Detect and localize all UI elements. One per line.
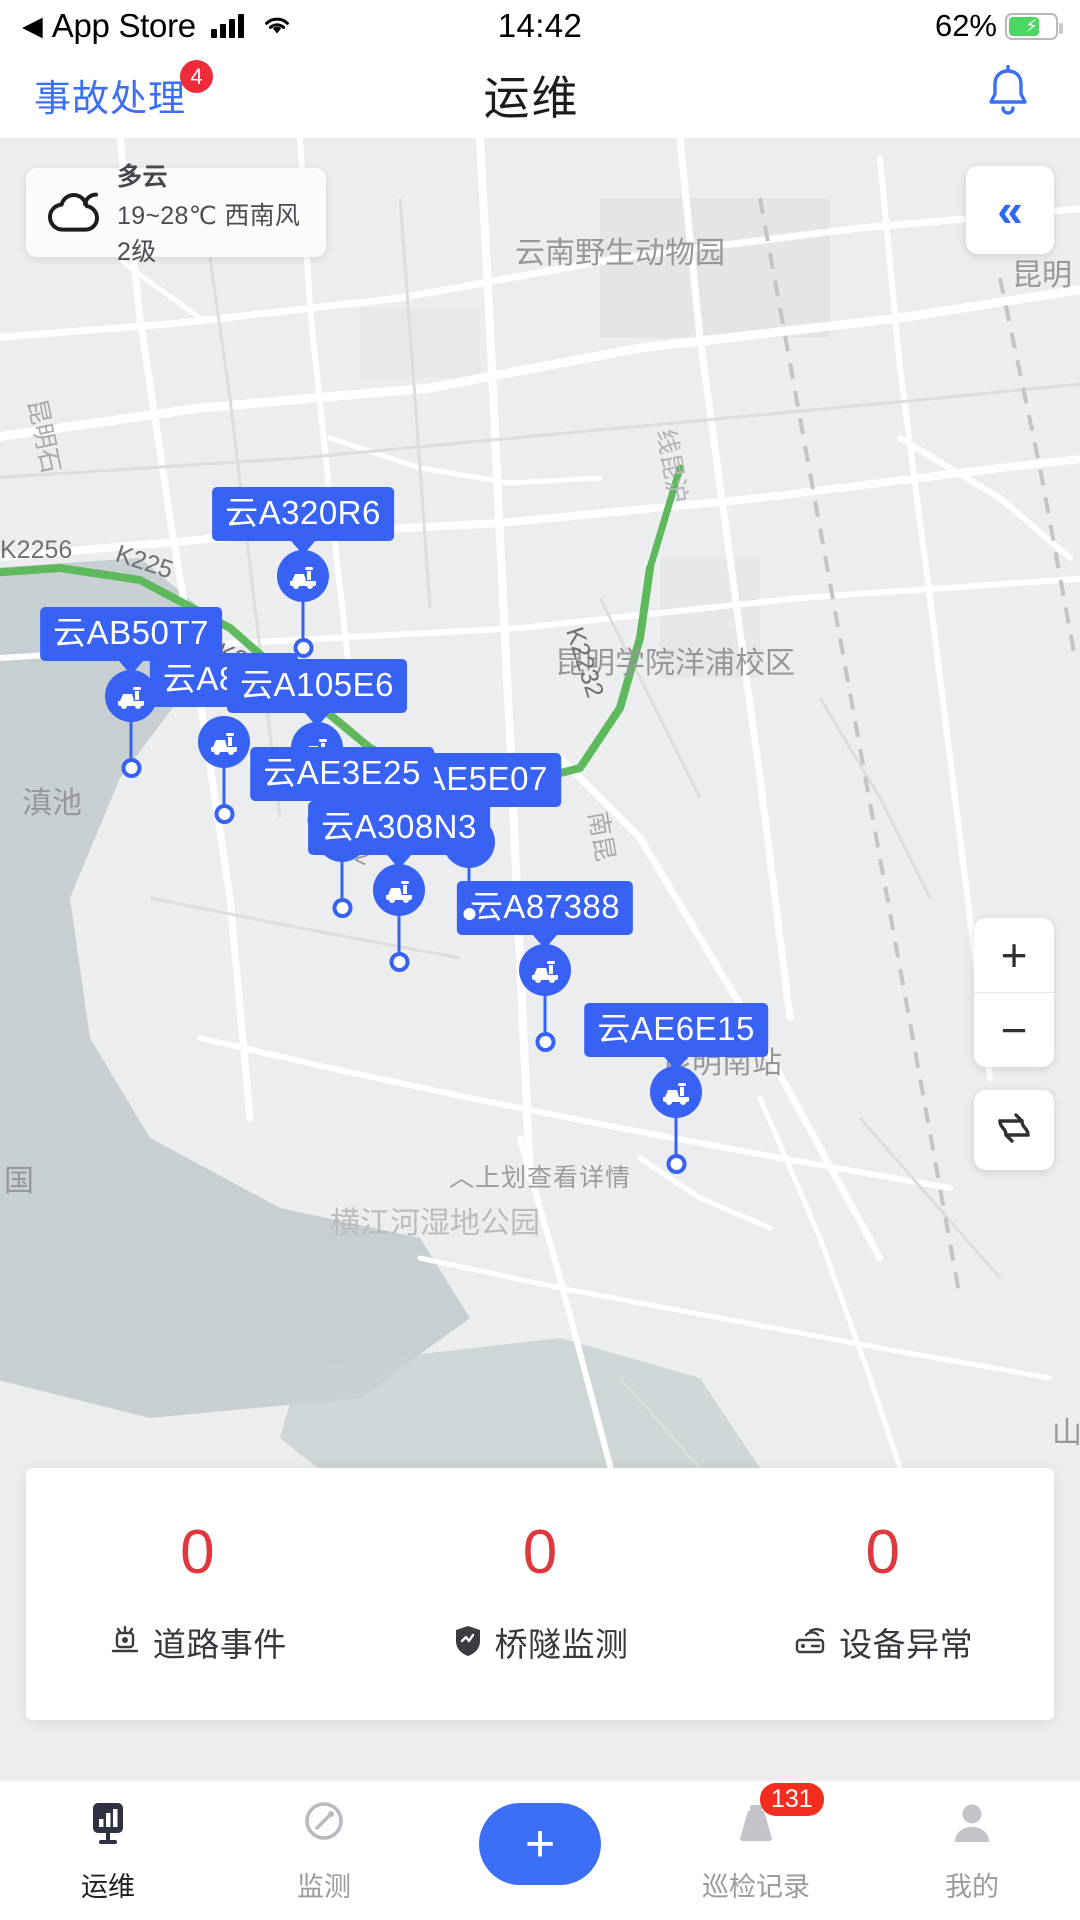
bell-icon xyxy=(982,64,1034,126)
vehicle-anchor-dot xyxy=(129,722,133,758)
tab-inspection-records[interactable]: 131 巡检记录 xyxy=(648,1781,864,1904)
stat-device-abnormal[interactable]: 0 设备异常 xyxy=(711,1468,1054,1720)
bridge-shield-icon xyxy=(452,1623,484,1662)
status-bar-left: ◀ App Store xyxy=(0,7,420,45)
status-bar-back-label[interactable]: App Store xyxy=(52,7,196,45)
gauge-icon xyxy=(298,1797,350,1854)
vehicle-plate-label: 云A105E6 xyxy=(227,658,407,713)
tab-label: 巡检记录 xyxy=(702,1872,810,1902)
stat-value: 0 xyxy=(180,1518,215,1587)
tab-label: 运维 xyxy=(81,1872,135,1902)
collapse-panel-button[interactable]: « xyxy=(966,166,1054,254)
stat-label: 道路事件 xyxy=(152,1626,287,1663)
page-title: 运维 xyxy=(483,72,580,124)
incident-handling-label: 事故处理 xyxy=(34,78,186,119)
cellular-signal-icon xyxy=(210,14,244,38)
road-incident-icon xyxy=(108,1623,142,1662)
vehicle-anchor-dot xyxy=(301,602,305,638)
vehicle-anchor-dot xyxy=(467,868,471,904)
vehicle-anchor-dot xyxy=(543,996,547,1032)
vehicle-marker[interactable]: 云A308N3 xyxy=(308,800,490,952)
swipe-up-hint[interactable]: ︿上划查看详情 xyxy=(0,1158,1080,1194)
stat-road-incident[interactable]: 0 道路事件 xyxy=(26,1468,369,1720)
tab-operations[interactable]: 运维 xyxy=(0,1781,216,1904)
tab-label: 我的 xyxy=(945,1872,999,1902)
person-icon xyxy=(946,1797,998,1854)
bottom-tab-bar: 运维 监测 + 131 巡检记录 我的 xyxy=(0,1780,1080,1920)
vehicle-plate-label: 云A308N3 xyxy=(308,800,490,855)
vehicle-marker[interactable]: 云A87388 xyxy=(456,880,634,1032)
vehicle-marker[interactable]: 云A803\ xyxy=(149,652,299,804)
vehicle-anchor-dot xyxy=(674,1118,678,1154)
map-layer-button[interactable] xyxy=(974,1090,1054,1170)
vehicle-plate-label: 云AE3E25 xyxy=(250,746,434,801)
status-bar: ◀ App Store 14:42 62% ⚡ xyxy=(0,0,1080,52)
swipe-hint-label: 上划查看详情 xyxy=(475,1164,632,1192)
vehicle-marker[interactable]: 云AE6E15 xyxy=(584,1002,768,1154)
vehicle-anchor-dot xyxy=(397,916,401,952)
stat-row: 道路事件 xyxy=(108,1618,287,1666)
weather-card[interactable]: 多云 19~28℃ 西南风 2级 xyxy=(26,163,326,266)
stats-panel: 0 道路事件 0 桥隧监测 0 设备异常 xyxy=(26,1468,1054,1720)
battery-percent-label: 62% xyxy=(934,8,997,43)
chart-bar-icon xyxy=(82,1797,134,1854)
zoom-out-button[interactable]: − xyxy=(974,993,1054,1067)
stat-value: 0 xyxy=(865,1518,900,1587)
vehicle-plate-label: 云A87388 xyxy=(456,880,634,935)
inspection-badge: 131 xyxy=(760,1783,824,1816)
stat-label: 桥隧监测 xyxy=(494,1626,629,1663)
stat-value: 0 xyxy=(522,1518,558,1587)
triangle-left-icon[interactable]: ◀ xyxy=(22,12,43,40)
incident-handling-badge: 4 xyxy=(180,60,213,93)
battery-charging-icon: ⚡ xyxy=(1005,12,1063,40)
plus-icon[interactable]: + xyxy=(479,1803,601,1885)
chevron-up-icon: ︿ xyxy=(448,1164,475,1192)
weather-text: 多云 19~28℃ 西南风 2级 xyxy=(117,157,312,268)
weather-condition: 多云 xyxy=(117,163,169,191)
map-zoom-controls: + − xyxy=(974,918,1054,1067)
wifi-icon xyxy=(261,12,293,41)
tab-profile[interactable]: 我的 xyxy=(864,1781,1080,1904)
device-alert-icon xyxy=(792,1623,828,1662)
vehicle-plate-label: 云AE6E15 xyxy=(584,1002,768,1057)
tab-monitoring[interactable]: 监测 xyxy=(216,1781,432,1904)
status-bar-time: 14:42 xyxy=(497,7,583,44)
vehicle-anchor-dot xyxy=(222,768,226,804)
weather-detail: 19~28℃ 西南风 2级 xyxy=(117,202,301,266)
stat-label: 设备异常 xyxy=(839,1626,974,1663)
vehicle-anchor-dot xyxy=(340,862,344,898)
vehicle-plate-label: 云A320R6 xyxy=(212,486,394,541)
stat-row: 设备异常 xyxy=(792,1618,973,1666)
tab-add-button[interactable]: + xyxy=(432,1781,648,1885)
km-label: K2256 xyxy=(0,536,73,564)
incident-handling-button[interactable]: 事故处理 4 xyxy=(0,60,213,122)
zoom-in-button[interactable]: + xyxy=(974,918,1054,992)
app-screen: ◀ App Store 14:42 62% ⚡ 事故处理 4 运维 云南野生动物… xyxy=(0,0,1080,1920)
app-header: 事故处理 4 运维 xyxy=(0,52,1080,138)
status-bar-right: 62% ⚡ xyxy=(660,8,1080,44)
stat-row: 桥隧监测 xyxy=(452,1618,629,1666)
cloud-icon xyxy=(42,185,104,240)
stat-bridge-tunnel[interactable]: 0 桥隧监测 xyxy=(369,1468,712,1720)
tab-label: 监测 xyxy=(297,1872,351,1902)
vehicle-marker[interactable]: 云A320R6 xyxy=(212,486,394,638)
notification-button[interactable] xyxy=(850,64,1080,126)
swap-layers-icon xyxy=(992,1106,1036,1155)
